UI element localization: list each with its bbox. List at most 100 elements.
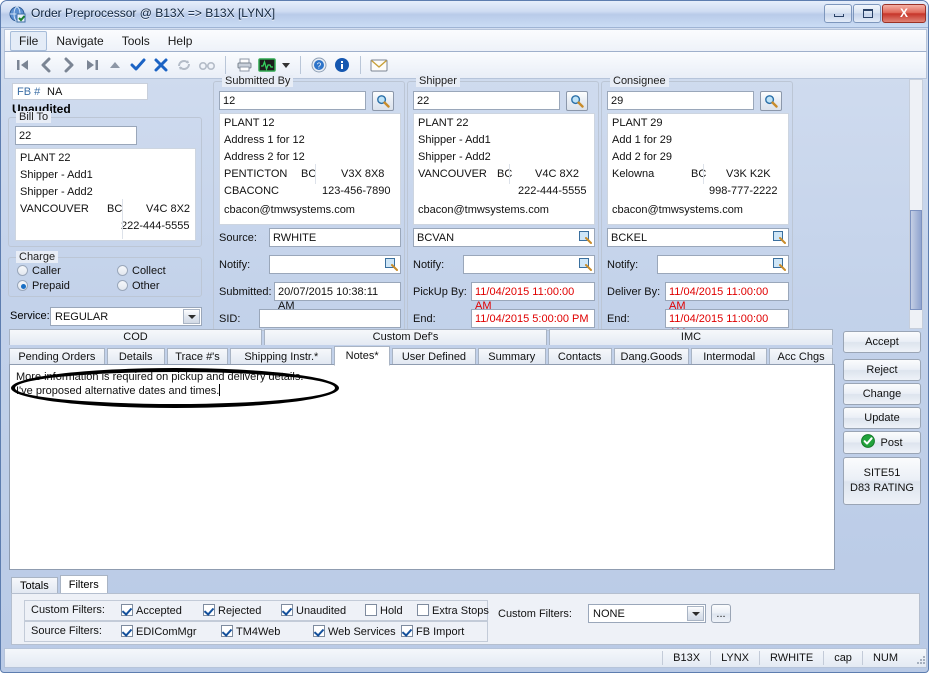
tab-pending-orders[interactable]: Pending Orders — [9, 348, 105, 365]
tab-summary[interactable]: Summary — [478, 348, 546, 365]
shipper-zone-input[interactable]: BCVAN — [413, 228, 595, 247]
source-input[interactable]: RWHITE — [269, 228, 401, 247]
tab-contacts[interactable]: Contacts — [548, 348, 612, 365]
radio-caller[interactable]: Caller — [17, 265, 61, 277]
consignee-code-input[interactable]: 29 — [607, 91, 754, 110]
saved-filters-select[interactable]: NONE — [588, 604, 706, 623]
outer-tab-custom-defs[interactable]: Custom Def's — [264, 329, 547, 345]
toolbar: ? — [4, 52, 927, 79]
shipper-lookup-button[interactable] — [566, 91, 588, 111]
menu-item-tools[interactable]: Tools — [113, 31, 159, 51]
consignee-notify-input[interactable] — [657, 255, 789, 274]
main-vertical-scrollbar[interactable] — [909, 79, 923, 329]
scrollbar-thumb[interactable] — [910, 210, 922, 310]
shipper-panel: Shipper 22 PLANT 22 Shipper - Add1 Shipp… — [407, 81, 599, 331]
next-record-icon[interactable] — [59, 55, 79, 75]
shipper-legend: Shipper — [416, 75, 460, 87]
consignee-zone-lookup-icon[interactable] — [772, 230, 787, 244]
bottom-tab-totals[interactable]: Totals — [11, 577, 58, 594]
filter-extra-stops[interactable]: Extra Stops — [417, 604, 489, 617]
radio-dot — [117, 280, 128, 291]
filter-extra-stops-label: Extra Stops — [432, 605, 489, 617]
print-icon[interactable] — [234, 55, 254, 75]
outer-tab-imc[interactable]: IMC — [549, 329, 833, 345]
chevron-down-icon[interactable] — [183, 309, 200, 324]
tab-notes[interactable]: Notes* — [334, 346, 390, 366]
mail-icon[interactable] — [369, 55, 389, 75]
dropdown-arrow-icon[interactable] — [280, 55, 292, 75]
consignee-notify-lookup-icon[interactable] — [772, 257, 787, 271]
menu-item-help[interactable]: Help — [159, 31, 202, 51]
notify-input[interactable] — [269, 255, 401, 274]
previous-record-icon[interactable] — [36, 55, 56, 75]
info-icon[interactable] — [332, 55, 352, 75]
consignee-zone-input[interactable]: BCKEL — [607, 228, 789, 247]
outer-tab-cod[interactable]: COD — [9, 329, 262, 345]
up-arrow-icon[interactable] — [105, 55, 125, 75]
filter-tm4web[interactable]: TM4Web — [221, 625, 280, 638]
filter-unaudited[interactable]: Unaudited — [281, 604, 346, 617]
filter-web-services[interactable]: Web Services — [313, 625, 396, 638]
sid-input[interactable] — [259, 309, 401, 328]
radio-prepaid[interactable]: Prepaid — [17, 280, 70, 292]
filter-accepted[interactable]: Accepted — [121, 604, 182, 617]
menu-item-file[interactable]: File — [10, 31, 47, 51]
bill-to-phone: 222-444-5555 — [121, 220, 190, 232]
bill-to-code-input[interactable]: 22 — [15, 126, 137, 145]
filter-hold[interactable]: Hold — [365, 604, 403, 617]
consignee-lookup-button[interactable] — [760, 91, 782, 111]
tab-user-defined[interactable]: User Defined — [392, 348, 476, 365]
help-icon[interactable]: ? — [309, 55, 329, 75]
shipper-code-input[interactable]: 22 — [413, 91, 560, 110]
monitor-icon[interactable] — [257, 55, 277, 75]
shipper-zone-lookup-icon[interactable] — [578, 230, 593, 244]
fb-number-field[interactable]: FB # NA — [12, 83, 148, 100]
change-button[interactable]: Change — [843, 383, 921, 405]
radio-collect[interactable]: Collect — [117, 265, 166, 277]
tab-intermodal[interactable]: Intermodal — [691, 348, 767, 365]
maximize-button[interactable] — [853, 4, 881, 23]
update-button[interactable]: Update — [843, 407, 921, 429]
rating-button[interactable]: SITE51 D83 RATING — [843, 457, 921, 505]
pickup-by-input[interactable]: 11/04/2015 11:00:00 AM — [471, 282, 595, 301]
saved-filters-ellipsis-button[interactable]: ... — [711, 604, 731, 623]
shipper-end-input[interactable]: 11/04/2015 5:00:00 PM — [471, 309, 595, 328]
change-button-label: Change — [863, 388, 902, 400]
bill-to-city: VANCOUVER — [20, 203, 89, 215]
tab-shipping-instr[interactable]: Shipping Instr.* — [230, 348, 332, 365]
tab-details[interactable]: Details — [107, 348, 165, 365]
accept-button[interactable]: Accept — [843, 331, 921, 353]
shipper-notify-lookup-icon[interactable] — [578, 257, 593, 271]
tab-acc-chgs[interactable]: Acc Chgs — [769, 348, 833, 365]
cancel-x-icon[interactable] — [151, 55, 171, 75]
tab-dangerous-goods[interactable]: Dang.Goods — [614, 348, 690, 365]
sid-label: SID: — [219, 313, 240, 325]
check-icon[interactable] — [128, 55, 148, 75]
shipper-notify-input[interactable] — [463, 255, 595, 274]
last-record-icon[interactable] — [82, 55, 102, 75]
notify-lookup-icon[interactable] — [384, 257, 399, 271]
submitted-by-code-input[interactable]: 12 — [219, 91, 366, 110]
submitted-date-input[interactable]: 20/07/2015 10:38:11 AM — [274, 282, 401, 301]
radio-other[interactable]: Other — [117, 280, 160, 292]
post-button[interactable]: Post — [843, 431, 921, 454]
bottom-tab-filters[interactable]: Filters — [60, 575, 108, 594]
filter-edicommgr[interactable]: EDIComMgr — [121, 625, 197, 638]
deliver-by-input[interactable]: 11/04/2015 11:00:00 AM — [665, 282, 789, 301]
filter-rejected[interactable]: Rejected — [203, 604, 261, 617]
submitted-by-lookup-button[interactable] — [372, 91, 394, 111]
reject-button[interactable]: Reject — [843, 359, 921, 381]
rating-site-label: SITE51 — [864, 466, 901, 481]
menu-item-navigate[interactable]: Navigate — [47, 31, 112, 51]
filter-fb-import[interactable]: FB Import — [401, 625, 464, 638]
service-select[interactable]: REGULAR — [50, 307, 202, 326]
tab-trace-numbers[interactable]: Trace #'s — [167, 348, 229, 365]
resize-grip-icon[interactable] — [912, 651, 926, 665]
shipper-name: PLANT 22 — [418, 117, 469, 129]
notes-editor[interactable]: More information is required on pickup a… — [9, 364, 835, 570]
consignee-end-input[interactable]: 11/04/2015 11:00:00 AM — [665, 309, 789, 328]
minimize-button[interactable] — [824, 4, 852, 23]
close-button[interactable]: X — [882, 4, 926, 23]
first-record-icon[interactable] — [13, 55, 33, 75]
chevron-down-icon[interactable] — [687, 606, 704, 621]
